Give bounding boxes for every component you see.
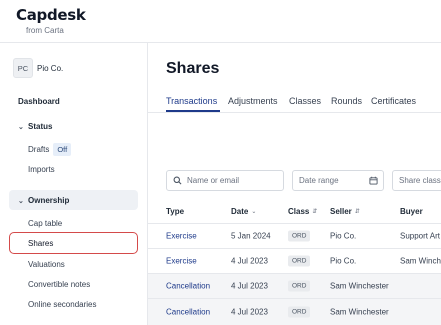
column-header-label: Seller xyxy=(330,207,352,216)
tab-classes[interactable]: Classes xyxy=(289,96,321,106)
share-class-filter[interactable]: Share class xyxy=(392,170,441,191)
sidebar-section-label: Status xyxy=(28,122,53,131)
company-switcher[interactable]: PC Pio Co. xyxy=(13,58,63,78)
calendar-icon xyxy=(369,176,378,187)
sort-icon: ⌄ xyxy=(251,209,257,215)
column-header-buyer[interactable]: Buyer xyxy=(400,207,423,216)
column-header-label: Type xyxy=(166,207,185,216)
cell-type[interactable]: Exercise xyxy=(166,232,197,241)
logo-subtitle: from Carta xyxy=(26,26,64,35)
page-title: Shares xyxy=(166,60,220,77)
sidebar-item-convertible-notes[interactable]: Convertible notes xyxy=(28,280,90,289)
date-range-filter[interactable]: Date range xyxy=(292,170,384,191)
share-class-label: Share class xyxy=(399,176,441,185)
table-row[interactable]: Cancellation 4 Jul 2023 ORD Sam Winchest… xyxy=(148,273,441,298)
sidebar-item-dashboard[interactable]: Dashboard xyxy=(18,97,60,106)
tab-rounds[interactable]: Rounds xyxy=(331,96,362,106)
class-badge: ORD xyxy=(288,255,311,267)
chevron-down-icon: ⌄ xyxy=(18,123,24,131)
tab-adjustments[interactable]: Adjustments xyxy=(228,96,278,106)
company-name: Pio Co. xyxy=(37,63,64,73)
sidebar-section-label: Ownership xyxy=(28,196,70,205)
sidebar-item-label: Cap table xyxy=(28,219,63,228)
sidebar-item-valuations[interactable]: Valuations xyxy=(28,260,65,269)
company-avatar: PC xyxy=(13,58,33,78)
sidebar-item-imports[interactable]: Imports xyxy=(28,165,55,174)
cell-buyer: Support Art xyxy=(400,231,441,241)
sidebar-item-label: Convertible notes xyxy=(28,280,91,289)
cell-date: 4 Jul 2023 xyxy=(231,307,268,317)
tab-certificates[interactable]: Certificates xyxy=(371,96,416,106)
column-header-type[interactable]: Type xyxy=(166,207,184,216)
column-header-label: Class xyxy=(288,207,310,216)
sidebar-item-label: Valuations xyxy=(28,260,65,269)
tab-transactions[interactable]: Transactions xyxy=(166,96,217,106)
cell-type[interactable]: Cancellation xyxy=(166,308,210,317)
status-badge: Off xyxy=(53,143,72,156)
class-badge: ORD xyxy=(288,306,311,318)
sidebar-item-label: Dashboard xyxy=(18,97,60,106)
sidebar-item-label: Shares xyxy=(28,239,54,248)
class-badge: ORD xyxy=(288,230,311,242)
sidebar-item-label: Online secondaries xyxy=(28,300,97,309)
sidebar: PC Pio Co. Dashboard ⌄ Status Drafts Off… xyxy=(0,43,148,325)
table-row[interactable]: Exercise 5 Jan 2024 ORD Pio Co. Support … xyxy=(148,223,441,248)
cell-date: 5 Jan 2024 xyxy=(231,231,271,241)
column-header-date[interactable]: Date ⌄ xyxy=(231,207,256,216)
cell-type[interactable]: Exercise xyxy=(166,257,197,266)
top-bar: Capdesk from Carta xyxy=(0,0,441,43)
cell-buyer: Sam Winche xyxy=(400,256,441,266)
table-row[interactable]: Cancellation 4 Jul 2023 ORD Sam Winchest… xyxy=(148,298,441,325)
column-header-class[interactable]: Class ⇵ xyxy=(288,207,317,216)
sidebar-item-label: Drafts xyxy=(28,145,50,154)
sort-icon: ⇵ xyxy=(312,209,318,215)
column-header-label: Buyer xyxy=(400,207,423,216)
sidebar-section-status[interactable]: ⌄ Status xyxy=(18,122,52,131)
cell-seller: Sam Winchester xyxy=(330,281,389,291)
sidebar-item-online-secondaries[interactable]: Online secondaries xyxy=(28,300,96,309)
column-header-label: Date xyxy=(231,207,249,216)
cell-seller: Pio Co. xyxy=(330,256,357,266)
sidebar-section-ownership[interactable]: ⌄ Ownership xyxy=(18,196,69,205)
date-range-label: Date range xyxy=(299,176,339,185)
search-icon xyxy=(173,176,182,185)
cell-type[interactable]: Cancellation xyxy=(166,282,210,291)
sidebar-item-shares[interactable]: Shares xyxy=(28,239,53,248)
chevron-down-icon: ⌄ xyxy=(18,197,24,205)
column-header-seller[interactable]: Seller ⇵ xyxy=(330,207,360,216)
sidebar-item-label: Imports xyxy=(28,165,55,174)
cell-seller: Pio Co. xyxy=(330,231,357,241)
sort-icon: ⇵ xyxy=(354,209,360,215)
capdesk-logo[interactable]: Capdesk xyxy=(16,6,86,24)
class-badge: ORD xyxy=(288,280,311,292)
cell-date: 4 Jul 2023 xyxy=(231,256,268,266)
cell-date: 4 Jul 2023 xyxy=(231,281,268,291)
cell-seller: Sam Winchester xyxy=(330,307,389,317)
sidebar-item-cap-table[interactable]: Cap table xyxy=(28,219,62,228)
table-row[interactable]: Exercise 4 Jul 2023 ORD Pio Co. Sam Winc… xyxy=(148,248,441,273)
active-tab-indicator xyxy=(166,110,220,112)
search-input[interactable] xyxy=(187,176,277,185)
sidebar-item-drafts[interactable]: Drafts Off xyxy=(28,143,72,156)
search-field[interactable] xyxy=(166,170,284,191)
tabs-divider xyxy=(148,112,441,113)
